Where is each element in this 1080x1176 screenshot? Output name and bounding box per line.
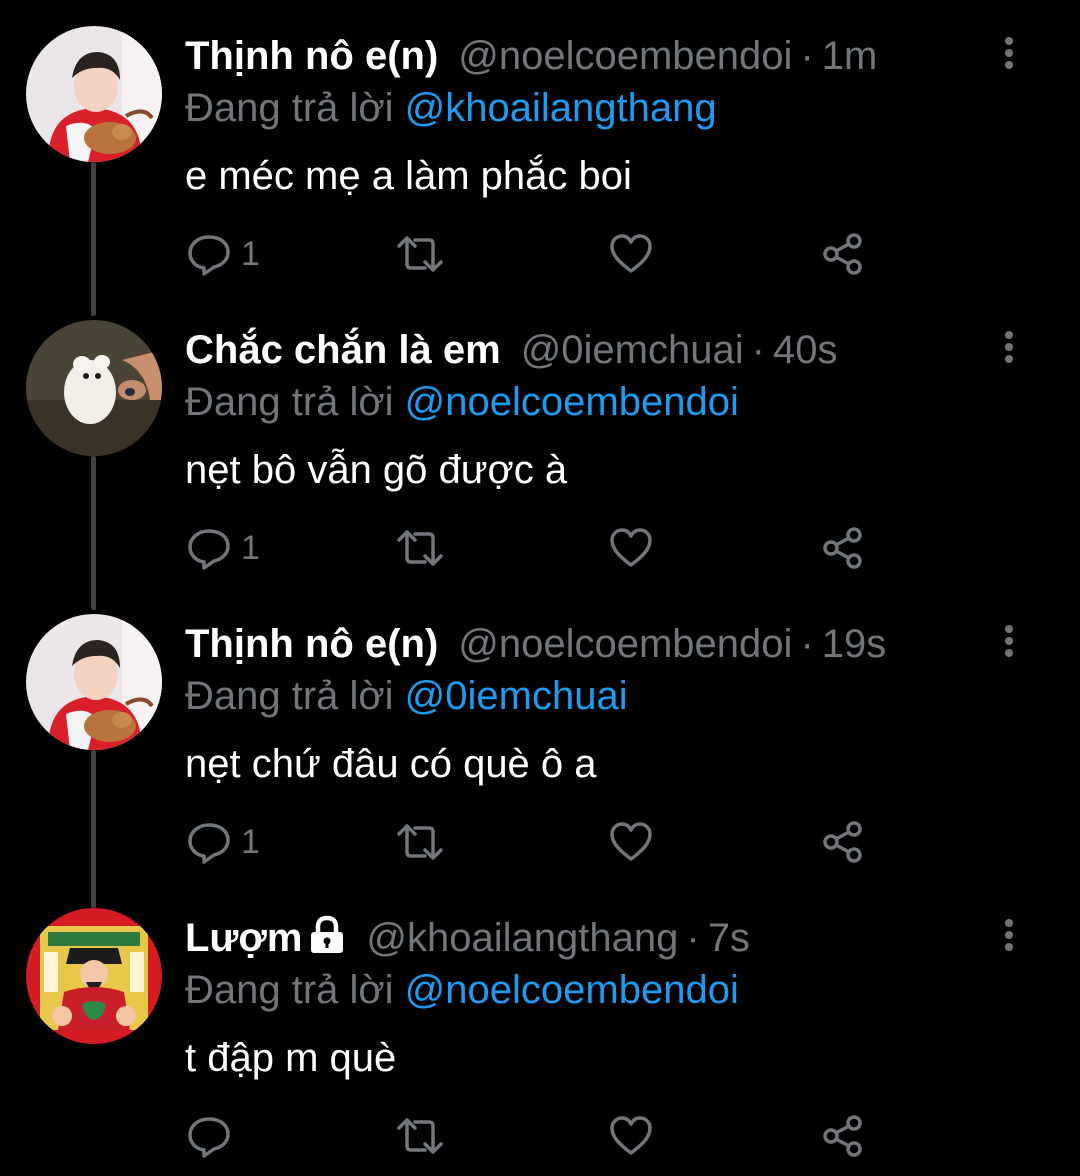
- replying-to-label: Đang trả lời: [185, 86, 394, 130]
- replying-to: Đang trả lời @noelcoembendoi: [185, 376, 739, 428]
- retweet-button[interactable]: [395, 816, 445, 868]
- timestamp[interactable]: 7s: [708, 916, 750, 960]
- action-bar: 1: [185, 816, 885, 868]
- timestamp[interactable]: 19s: [822, 622, 887, 666]
- heart-icon: [610, 1116, 652, 1155]
- separator-dot: ·: [800, 622, 814, 666]
- heart-icon: [610, 528, 652, 567]
- avatar[interactable]: [26, 320, 162, 456]
- like-button[interactable]: [609, 1110, 653, 1162]
- retweet-icon: [397, 530, 443, 566]
- reply-button[interactable]: 1: [187, 228, 260, 280]
- mention-link[interactable]: @noelcoembendoi: [405, 380, 739, 424]
- more-vertical-icon[interactable]: [996, 36, 1022, 70]
- retweet-button[interactable]: [395, 1110, 445, 1162]
- timestamp[interactable]: 40s: [773, 328, 838, 372]
- replying-to-label: Đang trả lời: [185, 968, 394, 1012]
- retweet-button[interactable]: [395, 228, 445, 280]
- replying-to-label: Đang trả lời: [185, 380, 394, 424]
- tweet-thread: Thịnh nô e(n) @noelcoembendoi · 1m Đang trả…: [0, 0, 1080, 1174]
- avatar[interactable]: [26, 26, 162, 162]
- mention-link[interactable]: @noelcoembendoi: [405, 968, 739, 1012]
- thread-connector-line: [91, 456, 96, 610]
- lock-icon: [311, 915, 344, 953]
- reply-button[interactable]: 1: [187, 816, 260, 868]
- action-bar: 1: [185, 228, 885, 280]
- retweet-icon: [397, 1118, 443, 1154]
- tweet[interactable]: Chắc chắn là em @0iemchuai · 40s Đang trả l…: [0, 294, 1080, 610]
- tweet-text: nẹt chứ đâu có què ô a: [185, 742, 597, 786]
- reply-count: 1: [241, 528, 260, 567]
- avatar-boy-red-costume-icon: [26, 26, 162, 162]
- user-handle[interactable]: @noelcoembendoi: [458, 34, 792, 78]
- tweet-text: e méc mẹ a làm phắc boi: [185, 154, 632, 198]
- retweet-icon: [397, 236, 443, 272]
- share-icon: [823, 1115, 862, 1157]
- tweet-text: nẹt bô vẫn gõ được à: [185, 448, 568, 492]
- share-button[interactable]: [821, 522, 865, 574]
- display-name[interactable]: Lượm: [185, 916, 302, 960]
- display-name[interactable]: Chắc chắn là em: [185, 328, 501, 372]
- mention-link[interactable]: @khoailangthang: [405, 86, 717, 130]
- more-vertical-icon[interactable]: [996, 330, 1022, 364]
- share-icon: [823, 821, 862, 863]
- tweet[interactable]: Lượm @khoailangthang · 7s Đang trả lời @no…: [0, 882, 1080, 1176]
- more-vertical-icon[interactable]: [996, 918, 1022, 952]
- like-button[interactable]: [609, 522, 653, 574]
- separator-dot: ·: [751, 328, 765, 372]
- replying-to: Đang trả lời @noelcoembendoi: [185, 964, 739, 1016]
- separator-dot: ·: [686, 916, 700, 960]
- avatar-boy-red-costume-icon: [26, 614, 162, 750]
- like-button[interactable]: [609, 816, 653, 868]
- share-icon: [823, 527, 862, 569]
- thread-connector-line: [91, 162, 96, 316]
- mention-link[interactable]: @0iemchuai: [405, 674, 628, 718]
- reply-bubble-icon: [188, 823, 230, 864]
- tweet-header: Lượm @khoailangthang · 7s: [185, 910, 750, 966]
- display-name[interactable]: Thịnh nô e(n): [185, 34, 438, 78]
- like-button[interactable]: [609, 228, 653, 280]
- share-button[interactable]: [821, 228, 865, 280]
- timestamp[interactable]: 1m: [822, 34, 878, 78]
- share-button[interactable]: [821, 1110, 865, 1162]
- tweet[interactable]: Thịnh nô e(n) @noelcoembendoi · 1m Đang trả…: [0, 0, 1080, 316]
- tweet-header: Thịnh nô e(n) @noelcoembendoi · 1m: [185, 28, 877, 84]
- replying-to: Đang trả lời @0iemchuai: [185, 670, 628, 722]
- reply-bubble-icon: [188, 529, 230, 570]
- reply-bubble-icon: [188, 235, 230, 276]
- retweet-icon: [397, 824, 443, 860]
- reply-count: 1: [241, 822, 260, 861]
- replying-to: Đang trả lời @khoailangthang: [185, 82, 717, 134]
- avatar[interactable]: [26, 614, 162, 750]
- tweet-header: Chắc chắn là em @0iemchuai · 40s: [185, 322, 837, 378]
- action-bar: [185, 1110, 885, 1162]
- share-button[interactable]: [821, 816, 865, 868]
- user-handle[interactable]: @khoailangthang: [366, 916, 678, 960]
- tweet[interactable]: Thịnh nô e(n) @noelcoembendoi · 19s Đang tr…: [0, 588, 1080, 908]
- replying-to-label: Đang trả lời: [185, 674, 394, 718]
- avatar[interactable]: [26, 908, 162, 1044]
- retweet-button[interactable]: [395, 522, 445, 574]
- avatar-hamster-icon: [26, 320, 162, 456]
- tweet-header: Thịnh nô e(n) @noelcoembendoi · 19s: [185, 616, 886, 672]
- share-icon: [823, 233, 862, 275]
- avatar-god-of-wealth-icon: [26, 908, 162, 1044]
- display-name[interactable]: Thịnh nô e(n): [185, 622, 438, 666]
- reply-button[interactable]: [187, 1110, 241, 1162]
- heart-icon: [610, 822, 652, 861]
- tweet-text: t đập m què: [185, 1036, 397, 1080]
- reply-count: 1: [241, 234, 260, 273]
- more-vertical-icon[interactable]: [996, 624, 1022, 658]
- reply-button[interactable]: 1: [187, 522, 260, 574]
- action-bar: 1: [185, 522, 885, 574]
- separator-dot: ·: [800, 34, 814, 78]
- heart-icon: [610, 234, 652, 273]
- user-handle[interactable]: @0iemchuai: [521, 328, 744, 372]
- user-handle[interactable]: @noelcoembendoi: [458, 622, 792, 666]
- reply-bubble-icon: [188, 1117, 230, 1158]
